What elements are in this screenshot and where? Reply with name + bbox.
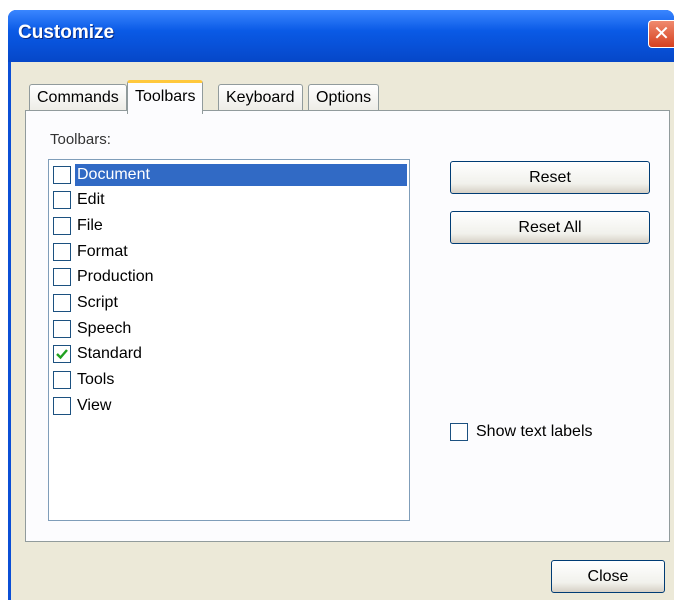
toolbar-item-label: Speech: [77, 319, 132, 337]
toolbar-item-label: View: [77, 396, 112, 414]
toolbar-list-item[interactable]: Tools: [51, 368, 407, 393]
reset-button[interactable]: Reset: [450, 161, 650, 194]
toolbars-listbox[interactable]: Document Edit File Format Production Script Sp…: [48, 159, 410, 521]
toolbar-item-label: Tools: [77, 371, 115, 389]
toolbar-checkbox[interactable]: [53, 165, 71, 184]
customize-dialog: Customize ✕ Commands Toolbars Keyboard O…: [8, 10, 674, 600]
window-title: Customize: [18, 22, 115, 43]
toolbar-list-item[interactable]: Speech: [51, 316, 407, 341]
toolbar-checkbox[interactable]: [53, 191, 71, 210]
close-button[interactable]: Close: [551, 560, 665, 593]
reset-all-button[interactable]: Reset All: [450, 211, 650, 244]
toolbar-checkbox[interactable]: [53, 371, 71, 390]
toolbar-item-label: Script: [77, 294, 118, 311]
show-text-labels-label: Show text labels: [476, 423, 593, 440]
close-icon[interactable]: ✕: [648, 20, 674, 48]
show-text-labels-checkbox[interactable]: [450, 423, 468, 441]
toolbar-list-item[interactable]: Script: [51, 291, 407, 316]
check-icon: [56, 349, 68, 360]
toolbars-section-label: Toolbars:: [50, 131, 111, 148]
tab-commands[interactable]: Commands: [29, 84, 127, 112]
toolbar-checkbox[interactable]: [53, 268, 71, 287]
toolbar-checkbox[interactable]: [53, 396, 71, 415]
toolbar-list-item[interactable]: Edit: [51, 188, 407, 213]
toolbar-item-label: File: [77, 216, 103, 234]
show-text-labels-option[interactable]: Show text labels: [450, 421, 595, 443]
tab-options[interactable]: Options: [308, 84, 380, 112]
tab-toolbars[interactable]: Toolbars: [127, 80, 204, 114]
toolbars-tab-panel: Toolbars: Document Edit File Format Producti…: [25, 110, 670, 542]
toolbar-checkbox[interactable]: [53, 216, 71, 235]
toolbar-list-item[interactable]: View: [51, 393, 407, 418]
toolbar-list-item[interactable]: Format: [51, 239, 407, 264]
dialog-body: Commands Toolbars Keyboard Options Toolb…: [11, 62, 674, 600]
toolbar-list-item[interactable]: Standard: [51, 342, 407, 367]
toolbar-item-label: Edit: [77, 191, 105, 209]
tab-keyboard[interactable]: Keyboard: [218, 84, 303, 112]
toolbar-list-item[interactable]: Production: [51, 265, 407, 290]
toolbar-item-label: Standard: [77, 345, 142, 363]
toolbar-checkbox[interactable]: [53, 319, 71, 338]
toolbar-item-label: Format: [77, 242, 128, 260]
toolbar-list-item[interactable]: File: [51, 213, 407, 238]
toolbar-item-label: Document: [75, 163, 407, 186]
toolbar-checkbox[interactable]: [53, 345, 71, 364]
title-bar[interactable]: Customize ✕: [8, 10, 674, 62]
toolbar-checkbox[interactable]: [53, 294, 71, 312]
toolbar-checkbox[interactable]: [53, 242, 71, 261]
toolbar-item-label: Production: [77, 268, 154, 286]
toolbar-list-item[interactable]: Document: [51, 162, 407, 187]
